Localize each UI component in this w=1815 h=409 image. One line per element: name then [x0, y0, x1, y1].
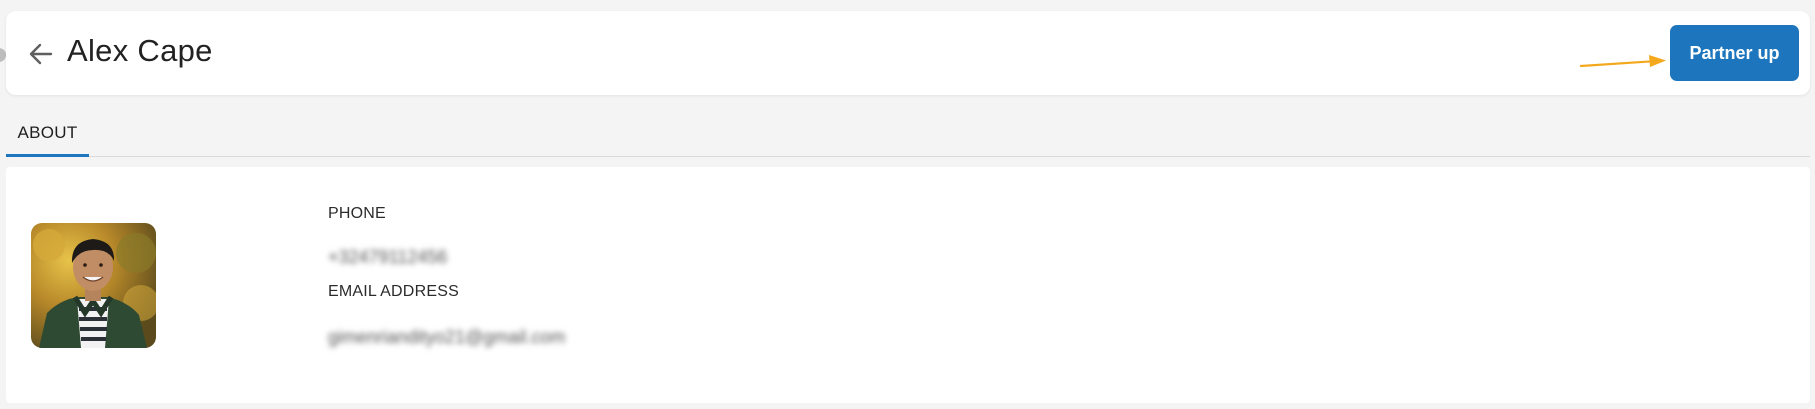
phone-value: +32479112456 [328, 247, 448, 267]
partner-up-button[interactable]: Partner up [1670, 25, 1799, 81]
annotation-arrow-icon [1579, 55, 1666, 68]
email-value: gimenriandityo21@gmail.com [328, 327, 566, 347]
tab-bar: ABOUT [6, 114, 1810, 157]
back-button[interactable] [24, 37, 58, 71]
profile-header: Alex Cape Partner up [6, 11, 1810, 95]
user-photo-icon [31, 223, 156, 348]
email-label: EMAIL ADDRESS [328, 283, 459, 300]
page: Alex Cape Partner up ABOUT PHONE +324791… [0, 0, 1815, 409]
tab-about[interactable]: ABOUT [6, 114, 89, 157]
page-title: Alex Cape [67, 33, 213, 68]
avatar [31, 223, 156, 348]
phone-label: PHONE [328, 205, 386, 222]
arrow-left-icon [29, 43, 53, 65]
about-panel: PHONE +32479112456 EMAIL ADDRESS gimenri… [6, 167, 1810, 403]
